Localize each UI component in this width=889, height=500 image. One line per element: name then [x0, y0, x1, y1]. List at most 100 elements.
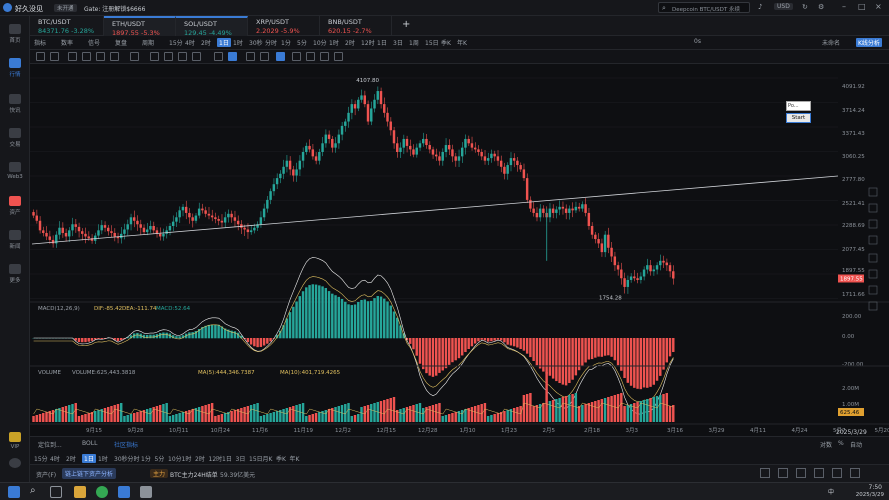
sidebar-item-news-flash[interactable]: 快讯	[0, 94, 30, 114]
toolbar-item[interactable]: 1分	[281, 38, 291, 47]
bottom-tab[interactable]: 社区指标	[114, 440, 138, 449]
interval-option[interactable]: 30秒	[114, 454, 128, 463]
toolbar-item[interactable]: 4时	[185, 38, 195, 47]
toolbar-item[interactable]: 12时	[361, 38, 375, 47]
interval-option[interactable]: 1时	[98, 454, 108, 463]
file-explorer-icon[interactable]	[74, 486, 86, 498]
chrome-icon[interactable]	[96, 486, 108, 498]
drawing-tool-icon[interactable]	[276, 52, 285, 61]
search-icon[interactable]: ⌕	[30, 485, 36, 496]
interval-option[interactable]: 10分	[168, 454, 182, 463]
tab-sol[interactable]: SOL/USDT 129.45 -4.49%	[176, 16, 248, 37]
layout-icon[interactable]	[814, 468, 824, 478]
tab-bnb[interactable]: BNB/USDT 620.15 -2.7%	[320, 16, 392, 36]
drawing-tool-icon[interactable]	[178, 52, 187, 61]
interval-option[interactable]: 年K	[290, 454, 300, 463]
toolbar-item[interactable]: 周期	[142, 38, 154, 47]
layout-icon[interactable]	[796, 468, 806, 478]
add-tab-icon[interactable]: +	[402, 19, 410, 30]
toolbar-item[interactable]: 3日	[393, 38, 403, 47]
popup-field[interactable]: Po...	[786, 101, 811, 111]
toolbar-item[interactable]: 10分	[313, 38, 327, 47]
toolbar-item[interactable]: 分时	[265, 38, 277, 47]
toolbar-item[interactable]: 复盘	[115, 38, 127, 47]
toolbar-item[interactable]: 1时	[329, 38, 339, 47]
layout-icon[interactable]	[850, 468, 860, 478]
scale-option[interactable]: 对数	[820, 440, 832, 449]
search-input[interactable]: Deepcoin BTC/USDT 永续	[672, 5, 740, 13]
drawing-tool-icon[interactable]	[96, 52, 105, 61]
search-box[interactable]: ⌕ Deepcoin BTC/USDT 永续	[658, 2, 750, 13]
drawing-tool-icon[interactable]	[260, 52, 269, 61]
toolbar-item[interactable]: 指标	[34, 38, 46, 47]
bottom-tab[interactable]: 定位到...	[38, 440, 62, 449]
interval-option[interactable]: 1分	[141, 454, 151, 463]
toolbar-item[interactable]: 年K	[457, 38, 467, 47]
sidebar-item-trade[interactable]: 交易	[0, 128, 30, 148]
asset-analysis-link[interactable]: 链上链下资产分析	[62, 468, 117, 479]
app-icon-2[interactable]	[140, 486, 152, 498]
drawing-tool-icon[interactable]	[246, 52, 255, 61]
drawing-tool-icon[interactable]	[320, 52, 329, 61]
chart-area[interactable]: 4091.92 3714.24 3371.43 3060.25 2777.80 2521.…	[30, 64, 889, 436]
drawing-tool-icon[interactable]	[68, 52, 77, 61]
interval-option[interactable]: 2时	[66, 454, 76, 463]
drawing-tool-icon[interactable]	[306, 52, 315, 61]
drawing-tool-icon[interactable]	[150, 52, 159, 61]
sidebar-item-assets[interactable]: 资产	[0, 196, 30, 216]
toolbar-item[interactable]: 数率	[61, 38, 73, 47]
interval-option[interactable]: 15分	[34, 454, 48, 463]
interval-option[interactable]: 季K	[276, 454, 286, 463]
drawing-tool-icon[interactable]	[214, 52, 223, 61]
sidebar-item-more[interactable]: 更多	[0, 264, 30, 284]
drawing-tool-icon[interactable]	[50, 52, 59, 61]
toolbar-item[interactable]: 季K	[441, 38, 451, 47]
interval-option[interactable]: 3日	[236, 454, 246, 463]
toolbar-item[interactable]: 1日	[217, 38, 231, 47]
sidebar-item-market[interactable]: 行情	[0, 58, 30, 78]
interval-option[interactable]: 5分	[155, 454, 165, 463]
sidebar-item-web3[interactable]: Web3	[0, 162, 30, 180]
lang-indicator[interactable]: 中	[828, 487, 834, 496]
bell-icon[interactable]: ♪	[758, 3, 762, 11]
toolbar-item[interactable]: 1周	[409, 38, 419, 47]
interval-option[interactable]: 12时	[209, 454, 223, 463]
toolbar-item[interactable]: 30秒	[249, 38, 263, 47]
interval-option[interactable]: 4时	[50, 454, 60, 463]
toolbar-item[interactable]: 1时	[233, 38, 243, 47]
interval-option[interactable]: 1日	[222, 454, 232, 463]
toolbar-item[interactable]: 2时	[345, 38, 355, 47]
notice-text[interactable]: Gate: 注册解锁$6666	[84, 4, 145, 13]
sidebar-item-news[interactable]: 新闻	[0, 230, 30, 250]
toolbar-item[interactable]: 5分	[297, 38, 307, 47]
drawing-tool-icon[interactable]	[292, 52, 301, 61]
toolbar-item[interactable]: 1日	[377, 38, 387, 47]
tab-eth[interactable]: ETH/USDT 1897.55 -5.3%	[104, 16, 176, 37]
minimize-icon[interactable]: –	[842, 2, 846, 11]
drawing-tool-icon[interactable]	[36, 52, 45, 61]
toolbar-right-item[interactable]: 未命名	[822, 38, 840, 47]
asset-label[interactable]: 资产(F)	[36, 470, 56, 479]
interval-option[interactable]: 分时	[128, 454, 140, 463]
toolbar-right-item[interactable]: K线分析	[856, 38, 882, 47]
sidebar-item-vip[interactable]: VIP	[0, 432, 30, 450]
layout-icon[interactable]	[832, 468, 842, 478]
drawing-tool-icon[interactable]	[334, 52, 343, 61]
interval-option[interactable]: 2时	[195, 454, 205, 463]
scale-option[interactable]: %	[838, 440, 844, 447]
refresh-icon[interactable]: ↻	[802, 3, 808, 11]
task-view-icon[interactable]	[50, 486, 62, 498]
drawing-tool-icon[interactable]	[130, 52, 139, 61]
layout-icon[interactable]	[778, 468, 788, 478]
windows-start-icon[interactable]	[8, 486, 20, 498]
start-button[interactable]: Start	[786, 113, 811, 123]
tab-btc[interactable]: BTC/USDT 84371.76 -3.28%	[30, 16, 104, 36]
status-badge[interactable]: 未开通	[54, 4, 77, 12]
toolbar-item[interactable]: 信号	[88, 38, 100, 47]
scale-option[interactable]: 自动	[850, 440, 862, 449]
toolbar-right-item[interactable]: 0s	[694, 38, 701, 45]
currency-select[interactable]: USD	[774, 3, 793, 10]
toolbar-item[interactable]: 2时	[201, 38, 211, 47]
sidebar-item-home[interactable]: 首页	[0, 24, 30, 44]
toolbar-item[interactable]: 15分	[169, 38, 183, 47]
